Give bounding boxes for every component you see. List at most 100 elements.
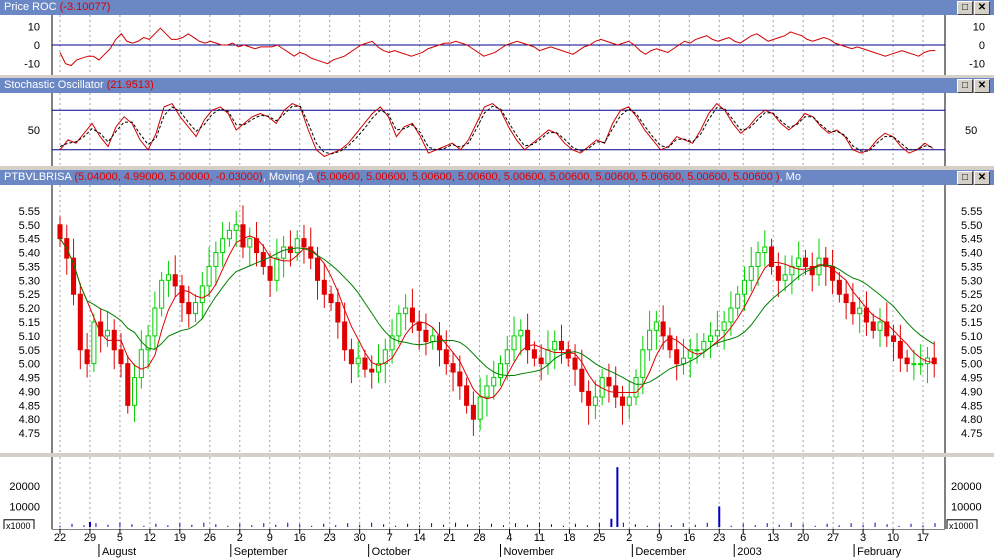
date-label-5: 26 <box>204 532 216 544</box>
date-label-25: 20 <box>797 532 809 544</box>
candle-body-26 <box>233 224 239 231</box>
candle-body-83 <box>619 396 626 406</box>
stochastic-k-line <box>59 102 934 157</box>
date-label-3: 12 <box>144 532 156 544</box>
price-ytick-right-5: 5.00 <box>961 359 982 371</box>
candle-body-27 <box>240 224 246 248</box>
stochastic-restore-button[interactable]: □ <box>957 79 973 93</box>
candle-body-24 <box>220 238 226 254</box>
candle-body-58 <box>450 363 456 373</box>
candle-body-32 <box>274 257 280 281</box>
candle-body-127 <box>918 363 924 366</box>
candle-body-71 <box>538 357 544 365</box>
price-restore-button[interactable]: □ <box>957 171 973 185</box>
stochastic-panel: Stochastic Oscillator (21.9513) □ ✕ 50 50 <box>0 78 994 166</box>
candle-body-68 <box>518 329 524 337</box>
price-ytick-right-14: 5.45 <box>961 234 982 246</box>
candle-body-96 <box>708 335 714 342</box>
candle-body-5 <box>91 321 97 365</box>
price-ytick-left-10: 5.25 <box>19 289 40 301</box>
candle-body-42 <box>342 321 348 351</box>
stochastic-ytick-right-0: 50 <box>965 125 977 137</box>
date-label-9: 23 <box>324 532 336 544</box>
candle-body-41 <box>335 302 341 323</box>
price-ytick-right-9: 5.20 <box>961 303 982 315</box>
candle-body-125 <box>904 357 910 365</box>
candle-body-107 <box>782 274 788 281</box>
candle-body-88 <box>653 321 659 331</box>
candle-body-61 <box>470 404 476 420</box>
candle-body-66 <box>504 349 510 365</box>
price-ytick-left-15: 5.50 <box>19 220 40 232</box>
candle-body-87 <box>647 329 653 351</box>
price-close-button[interactable]: ✕ <box>974 171 990 185</box>
candle-body-92 <box>680 357 687 365</box>
candle-body-118 <box>857 307 863 315</box>
price-ytick-left-8: 5.15 <box>19 317 40 329</box>
candle-body-55 <box>430 335 436 342</box>
price-ytick-right-3: 4.90 <box>961 386 982 398</box>
candle-body-22 <box>206 265 212 287</box>
candle-body-116 <box>843 293 849 304</box>
candle-body-102 <box>748 265 754 281</box>
price-ytick-left-12: 5.35 <box>19 261 40 273</box>
stochastic-close-button[interactable]: ✕ <box>974 79 990 93</box>
candle-body-4 <box>84 349 90 365</box>
price-ytick-left-0: 4.75 <box>19 428 40 440</box>
date-label-19: 2 <box>626 532 632 544</box>
candle-body-50 <box>396 313 402 337</box>
price-ytick-right-15: 5.50 <box>961 220 982 232</box>
month-label-2: October <box>372 546 411 558</box>
price-ytick-left-3: 4.90 <box>19 386 40 398</box>
candle-body-70 <box>531 349 537 359</box>
roc-ytick-left-0: -10 <box>24 59 40 71</box>
ma-label: , Moving A <box>262 171 314 183</box>
candle-body-0 <box>57 224 63 240</box>
date-axis-chart: 22 29 5 12 19 26 2 9 16 23 30 7 14 21 28 4 11 18 25 2 9 16 23 6… <box>52 529 945 558</box>
volume-ytick-left-1: 20000 <box>9 481 40 493</box>
date-label-26: 27 <box>827 532 839 544</box>
candle-body-19 <box>186 302 192 315</box>
roc-restore-button[interactable]: □ <box>957 1 973 15</box>
roc-ytick-right-0: -10 <box>969 59 985 71</box>
volume-ytick-right-0: 10000 <box>951 501 982 513</box>
roc-close-button[interactable]: ✕ <box>974 1 990 15</box>
candle-body-10 <box>125 363 131 406</box>
candle-body-64 <box>491 377 497 387</box>
candle-body-99 <box>728 307 734 323</box>
price-ytick-right-7: 5.10 <box>961 331 982 343</box>
date-label-16: 11 <box>534 532 545 544</box>
stochastic-chart: 50 50 <box>28 93 977 166</box>
candle-body-78 <box>586 390 592 406</box>
stochastic-ytick-left-0: 50 <box>28 125 40 137</box>
date-label-0: 22 <box>54 532 66 544</box>
date-label-1: 29 <box>84 532 96 544</box>
candle-body-39 <box>321 279 327 295</box>
date-label-7: 9 <box>267 532 273 544</box>
candle-body-67 <box>511 335 517 351</box>
candle-body-97 <box>714 329 720 337</box>
candle-body-84 <box>626 396 632 406</box>
volume-multiplier-right: x1000 <box>949 521 974 529</box>
candle-body-7 <box>104 329 110 337</box>
stochastic-titlebar: Stochastic Oscillator (21.9513) □ ✕ <box>0 78 994 93</box>
month-label-5: 2003 <box>737 546 761 558</box>
candle-body-89 <box>660 321 666 337</box>
candle-body-18 <box>179 285 185 304</box>
candle-body-74 <box>558 340 565 351</box>
roc-ytick-left-1: 0 <box>34 40 40 52</box>
roc-title: Price ROC <box>4 1 57 13</box>
candle-body-76 <box>572 357 578 370</box>
roc-value: (-3.10077) <box>59 1 111 13</box>
candle-body-98 <box>721 321 727 331</box>
price-ytick-left-9: 5.20 <box>19 303 40 315</box>
date-label-14: 28 <box>473 532 485 544</box>
roc-panel: Price ROC (-3.10077) □ ✕ -10 -10 0 0 10 10 <box>0 0 994 75</box>
candle-body-63 <box>484 385 490 398</box>
price-ytick-left-4: 4.95 <box>19 373 40 385</box>
candle-body-25 <box>226 229 232 240</box>
candle-body-40 <box>328 293 334 304</box>
candle-body-65 <box>497 363 504 379</box>
candle-body-95 <box>701 340 707 351</box>
candle-body-129 <box>931 357 937 365</box>
